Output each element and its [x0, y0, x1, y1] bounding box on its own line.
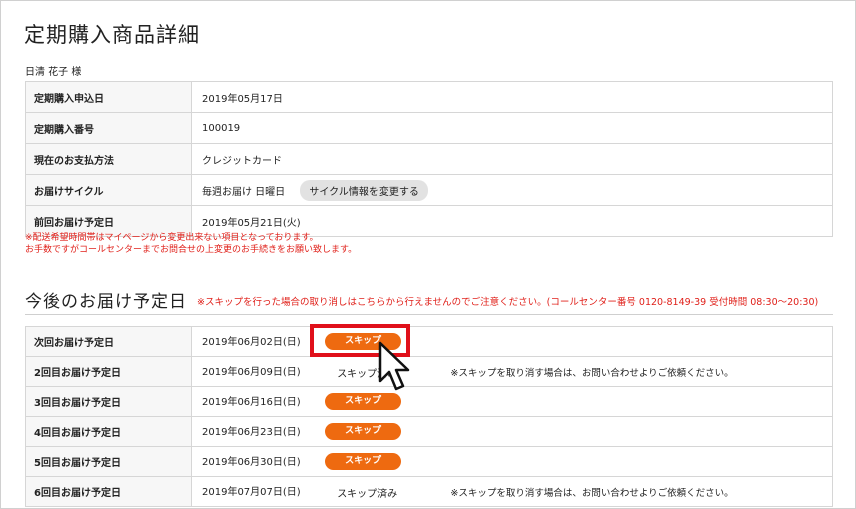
delivery-date: 2019年07月07日(日) — [202, 487, 301, 499]
skip-button[interactable]: スキップ — [325, 393, 402, 411]
row-label: 4回目お届け予定日 — [25, 416, 192, 447]
customer-name: 日清 花子 様 — [25, 67, 82, 78]
delivery-time-notes: ※配送希望時間帯はマイページから変更出来ない項目となっております。 お手数ですが… — [25, 232, 357, 256]
table-row: 5回目お届け予定日 2019年06月30日(日) スキップ — [25, 446, 833, 477]
skip-button[interactable]: スキップ — [325, 453, 402, 471]
subscription-info-table: 定期購入申込日 2019年05月17日 定期購入番号 100019 現在のお支払… — [25, 81, 833, 237]
delivery-date: 2019年06月30日(日) — [202, 456, 301, 468]
row-label: 2回目お届け予定日 — [25, 356, 192, 387]
skip-button[interactable]: スキップ — [325, 423, 402, 441]
row-label: 定期購入申込日 — [25, 81, 192, 113]
section-divider — [25, 314, 833, 315]
mouse-pointer-icon — [378, 341, 410, 391]
schedule-cell: 2019年06月23日(日) スキップ — [191, 416, 833, 447]
delivery-date: 2019年06月16日(日) — [202, 396, 301, 408]
page-frame: 定期購入商品詳細 日清 花子 様 定期購入申込日 2019年05月17日 定期購… — [0, 0, 856, 509]
skipped-status: スキップ済み — [337, 488, 398, 500]
table-row: 定期購入申込日 2019年05月17日 — [25, 81, 833, 113]
row-label: 5回目お届け予定日 — [25, 446, 192, 477]
skip-cancel-note: ※スキップを取り消す場合は、お問い合わせよりご依頼ください。 — [450, 368, 734, 380]
delivery-schedule-table: 次回お届け予定日 2019年06月02日(日) スキップ 2回目お届け予定日 2… — [25, 326, 833, 507]
note-line: ※配送希望時間帯はマイページから変更出来ない項目となっております。 — [25, 233, 319, 243]
note-line: お手数ですがコールセンターまでお問合せの上変更のお手続きをお願い致します。 — [25, 245, 358, 255]
delivery-date: 2019年06月09日(日) — [202, 367, 301, 379]
schedule-cell: 2019年06月09日(日) スキップ済み ※スキップを取り消す場合は、お問い合… — [191, 356, 833, 387]
schedule-cell: 2019年06月16日(日) スキップ — [191, 386, 833, 417]
table-row: 次回お届け予定日 2019年06月02日(日) スキップ — [25, 326, 833, 357]
schedule-warning-note: ※スキップを行った場合の取り消しはこちらから行えませんのでご注意ください。(コー… — [197, 297, 819, 308]
table-row: 6回目お届け予定日 2019年07月07日(日) スキップ済み ※スキップを取り… — [25, 476, 833, 507]
row-label: お届けサイクル — [25, 174, 192, 206]
schedule-cell: 2019年06月30日(日) スキップ — [191, 446, 833, 477]
row-label: 6回目お届け予定日 — [25, 476, 192, 507]
table-row: 定期購入番号 100019 — [25, 112, 833, 144]
delivery-date: 2019年06月23日(日) — [202, 426, 301, 438]
table-row: 現在のお支払方法 クレジットカード — [25, 143, 833, 175]
row-label: 現在のお支払方法 — [25, 143, 192, 175]
table-row: 4回目お届け予定日 2019年06月23日(日) スキップ — [25, 416, 833, 447]
delivery-cycle-cell: 毎週お届け 日曜日 サイクル情報を変更する — [191, 174, 833, 206]
row-label: 定期購入番号 — [25, 112, 192, 144]
schedule-cell: 2019年07月07日(日) スキップ済み ※スキップを取り消す場合は、お問い合… — [191, 476, 833, 507]
schedule-cell: 2019年06月02日(日) スキップ — [191, 326, 833, 357]
row-label: 3回目お届け予定日 — [25, 386, 192, 417]
change-cycle-button[interactable]: サイクル情報を変更する — [300, 179, 428, 201]
table-row: 3回目お届け予定日 2019年06月16日(日) スキップ — [25, 386, 833, 417]
schedule-section-title: 今後のお届け予定日 — [25, 292, 187, 312]
row-value: 2019年05月17日 — [191, 81, 833, 113]
delivery-date: 2019年06月02日(日) — [202, 336, 301, 348]
row-label: 次回お届け予定日 — [25, 326, 192, 357]
row-value: クレジットカード — [191, 143, 833, 175]
skip-cancel-note: ※スキップを取り消す場合は、お問い合わせよりご依頼ください。 — [450, 488, 734, 500]
row-value: 毎週お届け 日曜日 — [202, 186, 286, 198]
table-row: 2回目お届け予定日 2019年06月09日(日) スキップ済み ※スキップを取り… — [25, 356, 833, 387]
table-row: お届けサイクル 毎週お届け 日曜日 サイクル情報を変更する — [25, 174, 833, 206]
page-title: 定期購入商品詳細 — [24, 23, 200, 47]
row-value: 100019 — [191, 112, 833, 144]
